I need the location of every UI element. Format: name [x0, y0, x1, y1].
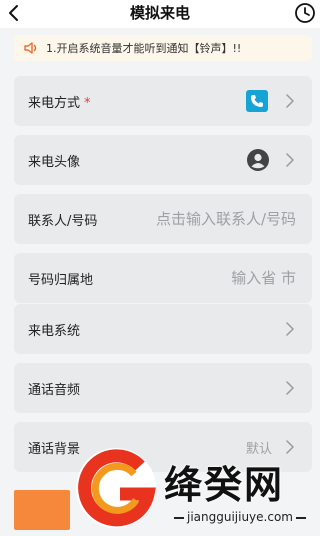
number-location-row[interactable]: 号码归属地 输入省 市 — [14, 253, 312, 303]
call-system-label: 来电系统 — [28, 324, 81, 339]
page-title: 模拟来电 — [129, 4, 190, 22]
call-system-row[interactable]: 来电系统 — [14, 304, 312, 354]
call-method-row[interactable]: 来电方式 * — [14, 76, 312, 126]
contact-number-label: 联系人/号码 — [28, 214, 98, 229]
caller-avatar-label: 来电头像 — [28, 155, 81, 170]
chevron-right-icon — [286, 381, 294, 395]
chevron-right-icon — [286, 153, 294, 167]
number-location-input[interactable]: 输入省 市 — [231, 267, 296, 288]
caller-avatar-row[interactable]: 来电头像 — [14, 135, 312, 185]
speaker-icon — [24, 42, 37, 54]
watermark: 绛癸网 jiangguijiuye.com — [68, 440, 320, 536]
call-audio-label: 通话音频 — [28, 383, 81, 398]
watermark-brand: 绛癸网 — [164, 463, 285, 507]
bottom-action-button[interactable] — [14, 490, 70, 530]
page: 模拟来电 1.开启系统音量才能听到通知【铃声】!! 来电方式 * 来电头像 联系… — [0, 0, 320, 536]
chevron-right-icon — [286, 94, 294, 108]
required-mark: * — [84, 96, 91, 111]
number-location-label: 号码归属地 — [28, 273, 94, 288]
contact-number-row[interactable]: 联系人/号码 点击输入联系人/号码 — [14, 194, 312, 244]
watermark-logo-icon — [76, 448, 156, 528]
call-method-label-text: 来电方式 — [28, 96, 81, 111]
header-bar: 模拟来电 — [0, 0, 320, 28]
call-method-label: 来电方式 * — [28, 92, 91, 111]
watermark-url: jiangguijiuye.com — [164, 510, 316, 524]
call-audio-row[interactable]: 通话音频 — [14, 363, 312, 413]
contact-number-input[interactable]: 点击输入联系人/号码 — [156, 208, 296, 229]
phone-icon[interactable] — [246, 90, 268, 112]
chevron-right-icon — [286, 322, 294, 336]
notice-banner: 1.开启系统音量才能听到通知【铃声】!! — [14, 35, 312, 61]
notice-text: 1.开启系统音量才能听到通知【铃声】!! — [46, 42, 242, 55]
clock-icon[interactable] — [294, 2, 316, 24]
avatar-icon[interactable] — [247, 149, 269, 171]
